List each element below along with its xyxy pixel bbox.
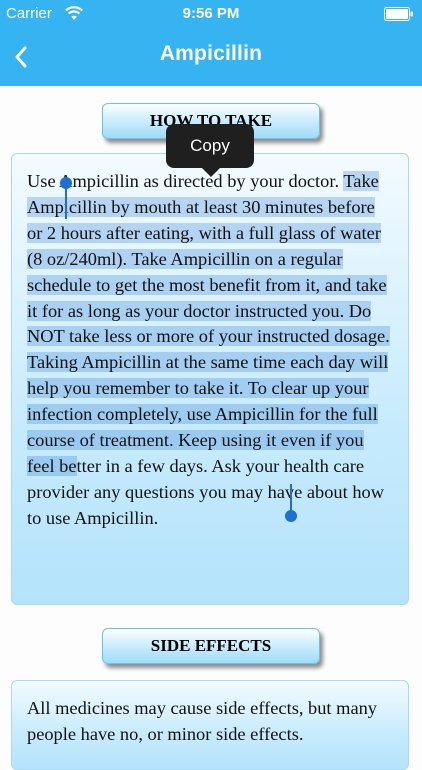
text-before-selection: Use Ampicillin as directed by your docto…	[27, 171, 344, 191]
side-effects-header[interactable]: SIDE EFFECTS	[102, 628, 320, 664]
selected-text[interactable]: Take Ampicillin by mouth at least 30 min…	[27, 171, 390, 476]
app-header: Carrier 9:56 PM Ampicillin	[0, 0, 422, 86]
selection-end-handle[interactable]	[285, 484, 297, 524]
selection-start-handle[interactable]	[60, 177, 72, 221]
status-bar: Carrier 9:56 PM	[0, 0, 422, 28]
battery-icon	[384, 7, 413, 21]
how-to-take-text[interactable]: Use Ampicillin as directed by your docto…	[27, 169, 394, 532]
status-time: 9:56 PM	[182, 5, 240, 22]
page-title: Ampicillin	[159, 42, 263, 65]
side-effects-text[interactable]: All medicines may cause side effects, bu…	[27, 696, 394, 748]
text-after-selection: tter in a few days. Ask your health care…	[27, 455, 385, 528]
copy-button[interactable]: Copy	[166, 124, 254, 177]
side-effects-content[interactable]: All medicines may cause side effects, bu…	[11, 680, 409, 770]
navigation-bar: Ampicillin	[0, 28, 422, 86]
